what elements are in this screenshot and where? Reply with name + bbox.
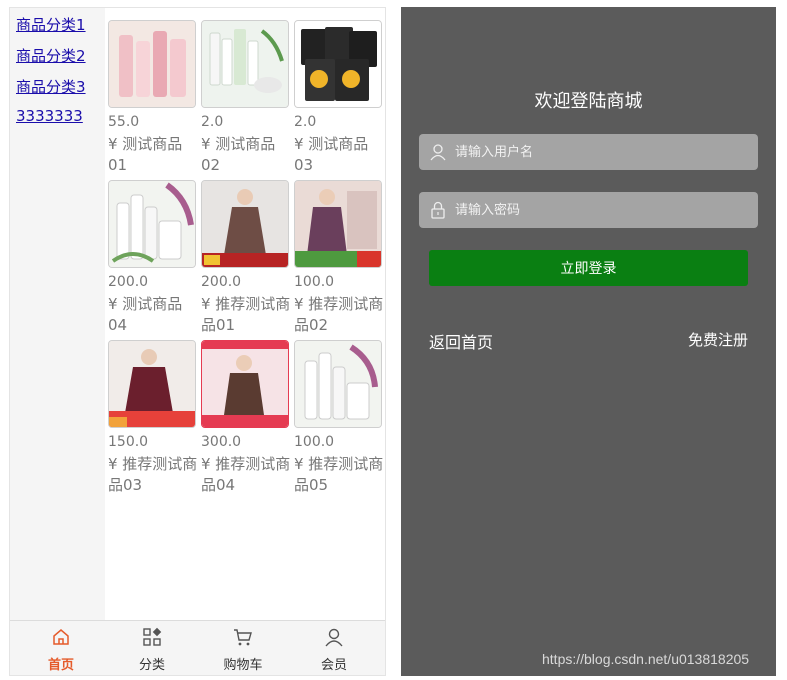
product-image[interactable] — [108, 340, 196, 428]
user-icon — [325, 628, 343, 647]
tab-label: 分类 — [138, 658, 165, 673]
shop-panel: 商品分类1 商品分类2 商品分类3 3333333 55.0 ¥ 测试商品01 — [9, 7, 386, 676]
product-price: 200.0 — [108, 274, 149, 290]
product-price: 200.0 — [201, 274, 242, 290]
register-link[interactable]: 免费注册 — [688, 329, 748, 350]
bottom-tab-bar: 首页 分类 购物车 会员 — [10, 620, 385, 675]
product-price: 2.0 — [294, 114, 317, 130]
user-icon — [430, 144, 446, 161]
product-image[interactable] — [201, 180, 289, 268]
category-link-1[interactable]: 商品分类1 — [16, 14, 86, 35]
product-name[interactable]: ¥ 测试商品01 — [108, 134, 198, 176]
tab-label: 会员 — [320, 658, 347, 673]
lock-icon — [431, 201, 445, 219]
category-link-2[interactable]: 商品分类2 — [16, 45, 86, 66]
product-price: 2.0 — [201, 114, 224, 130]
product-image[interactable] — [108, 180, 196, 268]
product-name[interactable]: ¥ 测试商品02 — [201, 134, 291, 176]
tab-member[interactable]: 会员 — [288, 621, 380, 675]
product-image[interactable] — [108, 20, 196, 108]
product-name[interactable]: ¥ 推荐测试商品03 — [108, 454, 198, 496]
tab-home[interactable]: 首页 — [15, 621, 107, 675]
product-image[interactable] — [201, 20, 289, 108]
password-input[interactable] — [455, 192, 745, 228]
tab-category[interactable]: 分类 — [106, 621, 198, 675]
password-field[interactable] — [419, 192, 758, 228]
product-image[interactable] — [294, 340, 382, 428]
product-image[interactable] — [201, 340, 289, 428]
login-title: 欢迎登陆商城 — [534, 91, 643, 112]
home-icon — [53, 629, 69, 645]
cart-icon — [234, 629, 252, 646]
login-panel: 欢迎登陆商城 立即登录 返回首页 免费注册 — [401, 7, 776, 676]
product-price: 55.0 — [108, 114, 140, 130]
category-link-3[interactable]: 商品分类3 — [16, 76, 86, 97]
product-name[interactable]: ¥ 推荐测试商品01 — [201, 294, 291, 336]
home-link[interactable]: 返回首页 — [429, 329, 493, 353]
product-name[interactable]: ¥ 测试商品03 — [294, 134, 384, 176]
username-input[interactable] — [455, 134, 745, 170]
product-name[interactable]: ¥ 测试商品04 — [108, 294, 198, 336]
product-name[interactable]: ¥ 推荐测试商品05 — [294, 454, 384, 496]
watermark: https://blog.csdn.net/u013818205 — [542, 651, 750, 667]
category-link-4[interactable]: 3333333 — [16, 107, 83, 125]
tab-label: 首页 — [47, 658, 74, 673]
tab-label: 购物车 — [223, 658, 263, 673]
product-price: 300.0 — [201, 434, 242, 450]
product-name[interactable]: ¥ 推荐测试商品04 — [201, 454, 291, 496]
product-price: 100.0 — [294, 434, 335, 450]
product-name[interactable]: ¥ 推荐测试商品02 — [294, 294, 384, 336]
product-price: 150.0 — [108, 434, 149, 450]
username-field[interactable] — [419, 134, 758, 170]
category-icon — [143, 627, 162, 646]
category-sidebar: 商品分类1 商品分类2 商品分类3 3333333 — [10, 8, 105, 620]
tab-cart[interactable]: 购物车 — [197, 621, 289, 675]
login-button[interactable]: 立即登录 — [429, 250, 748, 286]
product-image[interactable] — [294, 20, 382, 108]
product-image[interactable] — [294, 180, 382, 268]
product-price: 100.0 — [294, 274, 335, 290]
